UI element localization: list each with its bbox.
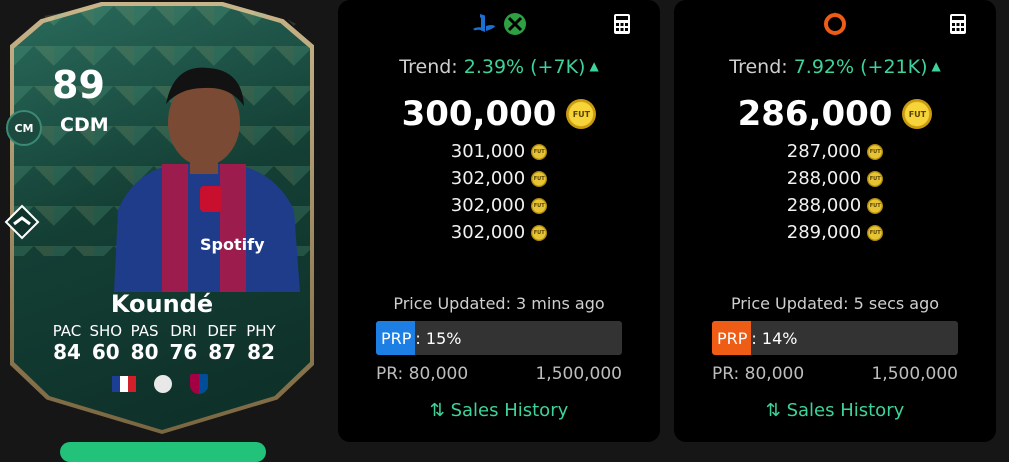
price-panel-console: Trend: 2.39% (+7K) ▲ 300,000 FUT 301,000 F… [338,0,660,442]
prp-bar: PRP : 15% [376,321,622,355]
stat-label: DRI [170,322,197,340]
player-photo: Spotify [114,67,300,292]
playstyle-icon [4,204,40,240]
price-value: 289,000 [786,222,862,243]
card-action-button[interactable] [60,442,266,462]
price-range: PR: 80,000 1,500,000 [712,364,958,384]
position-label: CDM [60,114,109,136]
price-list: 287,000 FUT 288,000 FUT 288,000 FUT 289,000… [674,138,996,246]
calculator-icon[interactable] [950,14,966,34]
svg-text:Spotify: Spotify [200,235,265,254]
france-flag-icon [112,376,136,392]
list-item: 302,000 FUT [338,192,660,219]
origin-icon [824,12,846,36]
prp-bar: PRP : 14% [712,321,958,355]
trend-line: Trend: 2.39% (+7K) ▲ [338,56,660,78]
stat-value: 60 [91,340,120,364]
alt-position-badge: CM [6,110,42,146]
coin-icon: FUT [531,224,548,241]
current-price: 300,000 FUT [338,94,660,134]
coin-icon: FUT [867,143,884,160]
stat-values-row: 84 60 80 76 87 82 [48,340,280,364]
coin-icon: FUT [531,143,548,160]
stat-label: SHO [89,322,123,340]
trend-label: Trend: [729,56,788,78]
stat-value: 80 [130,340,159,364]
list-item: 302,000 FUT [338,165,660,192]
list-item: 289,000 FUT [674,219,996,246]
calculator-icon[interactable] [614,14,630,34]
stat-value: 76 [169,340,198,364]
current-price: 286,000 FUT [674,94,996,134]
platform-icons [338,12,660,36]
stat-label: PAS [130,322,159,340]
list-item: 288,000 FUT [674,165,996,192]
coin-icon: FUT [902,99,933,129]
current-price-value: 286,000 [737,94,893,134]
trend-up-icon: ▲ [589,59,599,73]
price-range: PR: 80,000 1,500,000 [376,364,622,384]
coin-icon: FUT [867,170,884,187]
price-value: 287,000 [786,141,862,162]
stats-block: PAC SHO PAS DRI DEF PHY 84 60 80 76 87 8… [48,322,280,364]
list-item: 301,000 FUT [338,138,660,165]
price-range-min: PR: 80,000 [376,364,469,384]
stat-value: 82 [247,340,275,364]
price-value: 302,000 [450,195,526,216]
sales-history-label: Sales History [786,400,905,421]
prp-tag: PRP [712,321,752,355]
stat-label: PAC [52,322,82,340]
sales-history-link[interactable]: ⇅ Sales History [338,400,660,421]
price-updated-text: Price Updated: 5 secs ago [730,294,940,313]
price-range-max: 1,500,000 [535,364,622,384]
trend-label: Trend: [399,56,458,78]
platform-icons [674,12,996,36]
price-value: 288,000 [786,195,862,216]
price-value: 302,000 [450,222,526,243]
coin-icon: FUT [566,99,597,129]
stat-value: 84 [53,340,81,364]
trend-up-icon: ▲ [931,59,941,73]
stat-value: 87 [208,340,237,364]
trend-value: 2.39% (+7K) [463,56,586,78]
trend-value: 7.92% (+21K) [793,56,928,78]
xbox-icon [504,13,526,35]
current-price-value: 300,000 [401,94,557,134]
price-updated-text: Price Updated: 3 mins ago [393,294,605,313]
prp-value: : 15% [415,328,462,348]
league-icon [154,375,172,393]
stat-label: PHY [246,322,276,340]
price-range-min: PR: 80,000 [712,364,805,384]
card-badges [112,374,208,394]
list-item: 287,000 FUT [674,138,996,165]
stat-labels-row: PAC SHO PAS DRI DEF PHY [48,322,280,340]
sort-arrows-icon: ⇅ [765,400,781,421]
price-list: 301,000 FUT 302,000 FUT 302,000 FUT 302,000… [338,138,660,246]
coin-icon: FUT [867,197,884,214]
sales-history-link[interactable]: ⇅ Sales History [674,400,996,421]
price-range-max: 1,500,000 [871,364,958,384]
price-value: 288,000 [786,168,862,189]
overall-rating: 89 [52,63,105,107]
price-value: 301,000 [450,141,526,162]
coin-icon: FUT [531,170,548,187]
prp-value: : 14% [751,328,798,348]
prp-tag: PRP [376,321,416,355]
price-panel-pc: Trend: 7.92% (+21K) ▲ 286,000 FUT 287,000… [674,0,996,442]
player-name: Koundé [110,290,214,318]
player-card[interactable]: Spotify 89 CDM CM Koundé PAC SHO PAS DRI… [0,0,335,462]
trend-line: Trend: 7.92% (+21K) ▲ [674,56,996,78]
stat-label: DEF [207,322,238,340]
club-badge-icon [190,374,208,394]
price-value: 302,000 [450,168,526,189]
coin-icon: FUT [531,197,548,214]
list-item: 288,000 FUT [674,192,996,219]
playstation-icon [473,14,495,32]
sales-history-label: Sales History [450,400,569,421]
coin-icon: FUT [867,224,884,241]
list-item: 302,000 FUT [338,219,660,246]
sort-arrows-icon: ⇅ [429,400,445,421]
